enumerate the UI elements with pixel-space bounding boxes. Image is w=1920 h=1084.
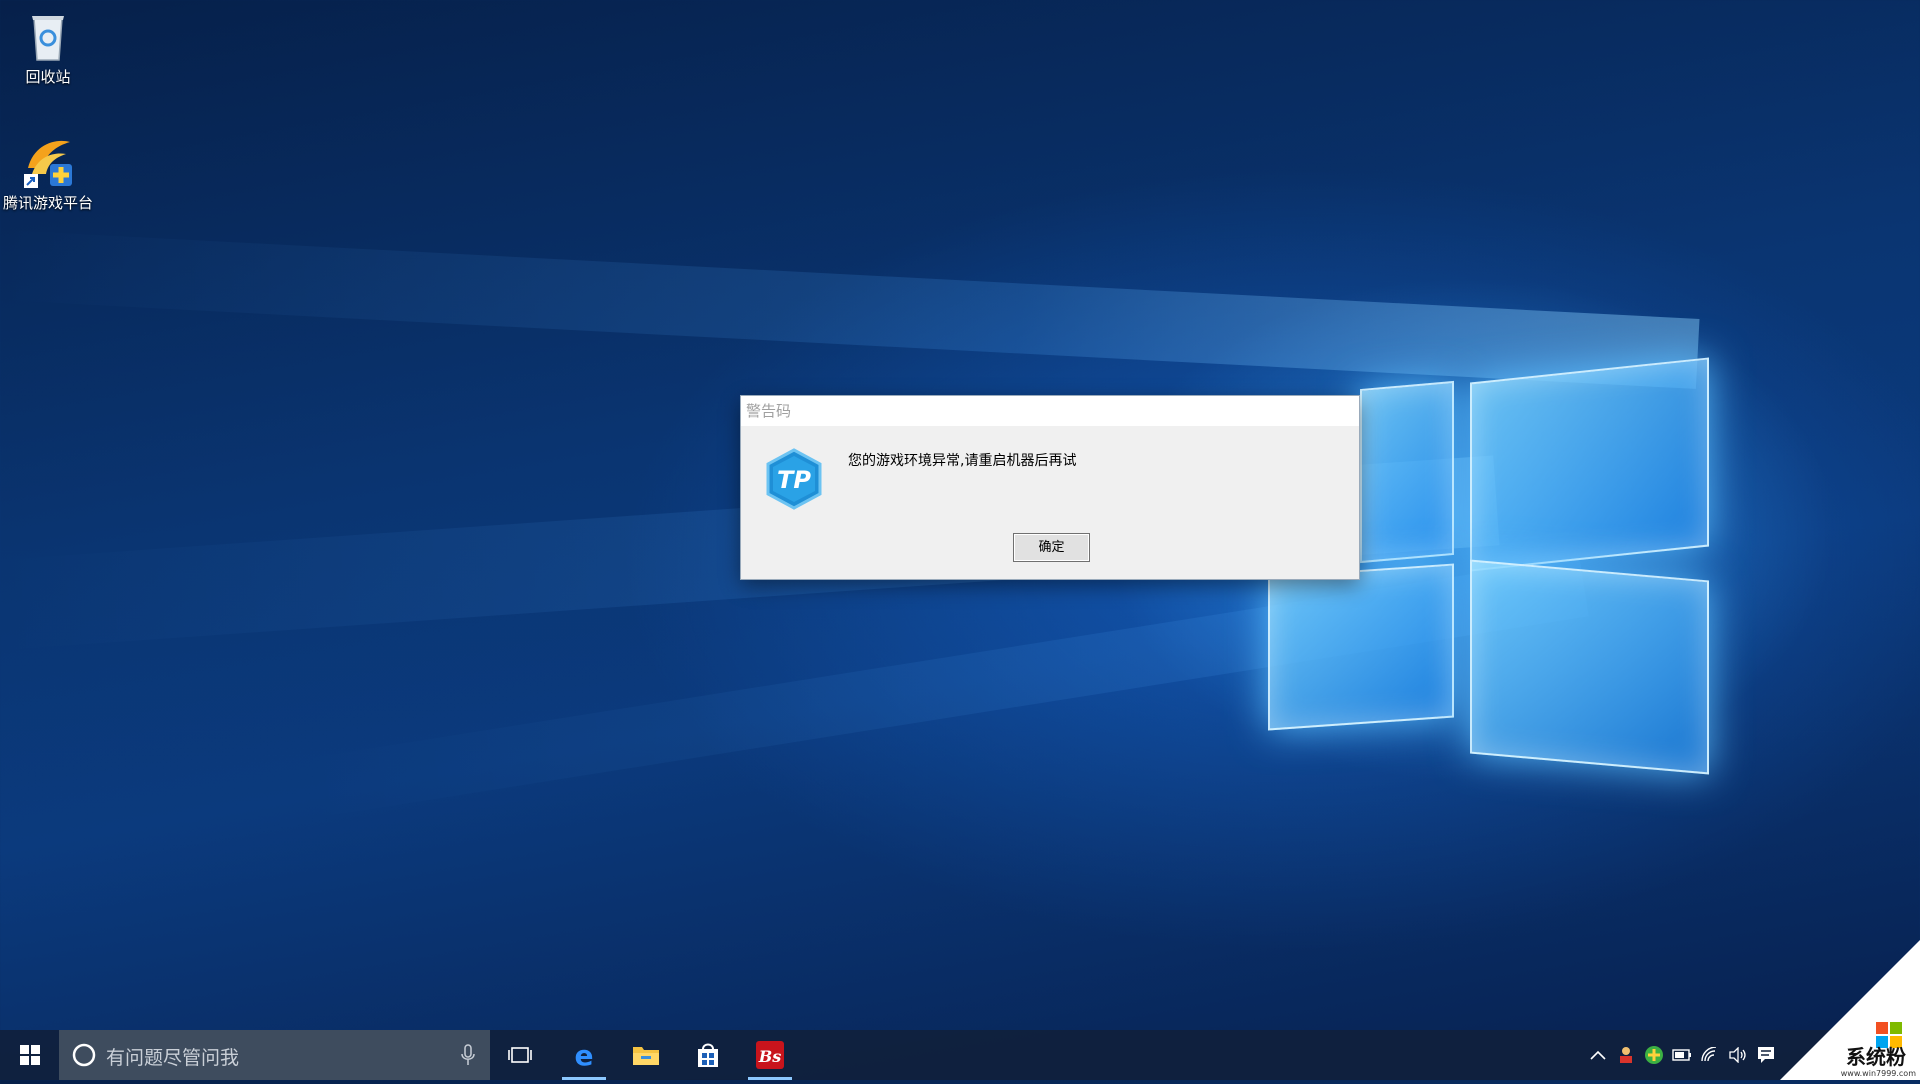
tray-volume[interactable] — [1724, 1030, 1752, 1080]
tray-battery[interactable] — [1668, 1030, 1696, 1080]
taskbar-game-app[interactable]: Bs — [744, 1030, 796, 1080]
chevron-up-icon — [1590, 1050, 1606, 1060]
taskbar-file-explorer[interactable] — [620, 1030, 672, 1080]
desktop-icon-recycle-bin[interactable]: 回收站 — [0, 8, 96, 87]
tencent-game-platform-icon — [20, 134, 76, 190]
svg-text:Bs: Bs — [758, 1047, 782, 1066]
dialog-title: 警告码 — [741, 396, 1359, 426]
tp-logo-icon: TP — [765, 448, 823, 510]
search-placeholder: 有问题尽管问我 — [106, 1047, 240, 1069]
speaker-icon — [1729, 1047, 1746, 1063]
windows-logo-pane — [1470, 559, 1709, 775]
task-view-button[interactable] — [494, 1030, 546, 1080]
tray-action-center[interactable] — [1752, 1030, 1780, 1080]
tray-security-icon[interactable] — [1640, 1030, 1668, 1080]
windows-logo-pane — [1268, 563, 1454, 731]
svg-text:e: e — [575, 1041, 594, 1069]
windows-start-icon — [20, 1045, 40, 1065]
notification-icon — [1758, 1047, 1774, 1063]
shield-plus-icon — [1645, 1046, 1663, 1064]
svg-text:TP: TP — [777, 466, 811, 494]
windows-logo-pane — [1470, 357, 1709, 572]
cortana-icon — [72, 1043, 96, 1067]
desktop-icon-label: 腾讯游戏平台 — [2, 194, 93, 212]
store-icon — [698, 1043, 718, 1067]
dialog-message: 您的游戏环境异常,请重启机器后再试 — [848, 453, 1077, 469]
person-icon — [1620, 1047, 1632, 1063]
battery-icon — [1672, 1049, 1691, 1061]
start-button[interactable] — [4, 1030, 56, 1080]
tray-overflow-button[interactable] — [1584, 1030, 1612, 1080]
taskbar-edge[interactable]: e — [558, 1030, 610, 1080]
windows-logo-pane — [1360, 380, 1454, 564]
warning-dialog: 警告码 TP 您的游戏环境异常,请重启机器后再试 确定 — [741, 396, 1359, 579]
light-beam — [0, 230, 1700, 389]
desktop-icon-tencent-game-platform[interactable]: 腾讯游戏平台 — [0, 134, 96, 213]
folder-icon — [633, 1047, 659, 1065]
edge-icon: e — [575, 1041, 594, 1069]
svg-text:www.win7999.com: www.win7999.com — [1841, 1069, 1916, 1078]
task-view-icon — [508, 1047, 532, 1063]
svg-text:系统粉: 系统粉 — [1846, 1045, 1906, 1069]
wifi-icon — [1701, 1047, 1717, 1062]
taskbar: 有问题尽管问我 e Bs — [0, 1030, 1920, 1080]
microphone-icon[interactable] — [460, 1044, 476, 1066]
watermark-logo: 系统粉 www.win7999.com — [1780, 940, 1920, 1080]
tray-app-icon[interactable] — [1612, 1030, 1640, 1080]
ok-button[interactable]: 确定 — [1013, 533, 1090, 562]
taskbar-store[interactable] — [682, 1030, 734, 1080]
desktop-icon-label: 回收站 — [25, 68, 71, 86]
search-box[interactable]: 有问题尽管问我 — [59, 1030, 490, 1080]
game-app-icon: Bs — [756, 1041, 784, 1069]
tray-network[interactable] — [1696, 1030, 1724, 1080]
recycle-bin-icon — [20, 8, 76, 64]
